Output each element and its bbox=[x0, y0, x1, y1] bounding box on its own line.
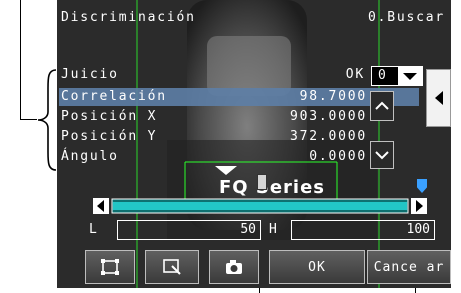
device-screen: Discriminación 0.Buscar Juicio OK Correl… bbox=[57, 0, 451, 288]
low-label: L bbox=[89, 222, 99, 237]
ok-button[interactable]: OK bbox=[269, 250, 365, 284]
cancel-button[interactable]: Cance ar bbox=[367, 250, 451, 284]
ok-button-label: OK bbox=[308, 259, 326, 275]
row-label-posicion-y[interactable]: Posición Y bbox=[61, 128, 157, 146]
row-label-correlacion[interactable]: Correlación bbox=[61, 88, 167, 106]
row-label-posicion-x[interactable]: Posición X bbox=[61, 108, 157, 126]
scroll-up-button[interactable] bbox=[370, 91, 394, 121]
position-marker bbox=[215, 161, 237, 180]
capture-button[interactable] bbox=[209, 250, 259, 284]
zoom-fit-button[interactable] bbox=[85, 250, 135, 284]
buscar-label: 0.Buscar bbox=[367, 10, 445, 25]
range-slider[interactable] bbox=[93, 196, 429, 216]
low-threshold-field[interactable]: 50 bbox=[117, 220, 261, 240]
down-arrow-icon bbox=[375, 151, 389, 160]
chevron-down-icon bbox=[403, 73, 417, 80]
row-value-posicion-x: 903.0000 bbox=[289, 109, 367, 124]
scroll-down-button[interactable] bbox=[370, 141, 394, 169]
high-label: H bbox=[269, 222, 279, 237]
high-threshold-field[interactable]: 100 bbox=[291, 220, 435, 240]
judge-select-value: 0 bbox=[378, 68, 386, 83]
judge-dropdown-button[interactable] bbox=[398, 67, 422, 85]
camera-icon bbox=[226, 260, 242, 274]
side-panel-toggle[interactable] bbox=[426, 69, 451, 127]
row-value-juicio: OK bbox=[345, 67, 365, 82]
cancel-button-label: Cance ar bbox=[373, 259, 445, 275]
up-arrow-icon bbox=[375, 101, 389, 110]
range-fill bbox=[113, 202, 407, 210]
annotation-line-top bbox=[20, 0, 21, 119]
row-value-posicion-y: 372.0000 bbox=[289, 129, 367, 144]
high-threshold-value: 100 bbox=[406, 222, 430, 237]
zoom-window-icon bbox=[163, 259, 181, 275]
annotation-bracket bbox=[36, 68, 58, 172]
row-label-juicio: Juicio bbox=[61, 67, 119, 82]
low-threshold-value: 50 bbox=[240, 222, 256, 237]
zoom-fit-icon bbox=[101, 259, 119, 275]
page-title: Discriminación bbox=[61, 10, 196, 25]
center-marker bbox=[257, 174, 267, 190]
zoom-window-button[interactable] bbox=[145, 250, 199, 284]
annotation-line-horizontal bbox=[20, 119, 37, 120]
row-value-angulo: 0.0000 bbox=[309, 149, 367, 164]
chevron-left-icon bbox=[434, 91, 443, 105]
row-value-correlacion: 98.7000 bbox=[299, 89, 367, 104]
row-label-angulo[interactable]: Ángulo bbox=[61, 148, 119, 166]
